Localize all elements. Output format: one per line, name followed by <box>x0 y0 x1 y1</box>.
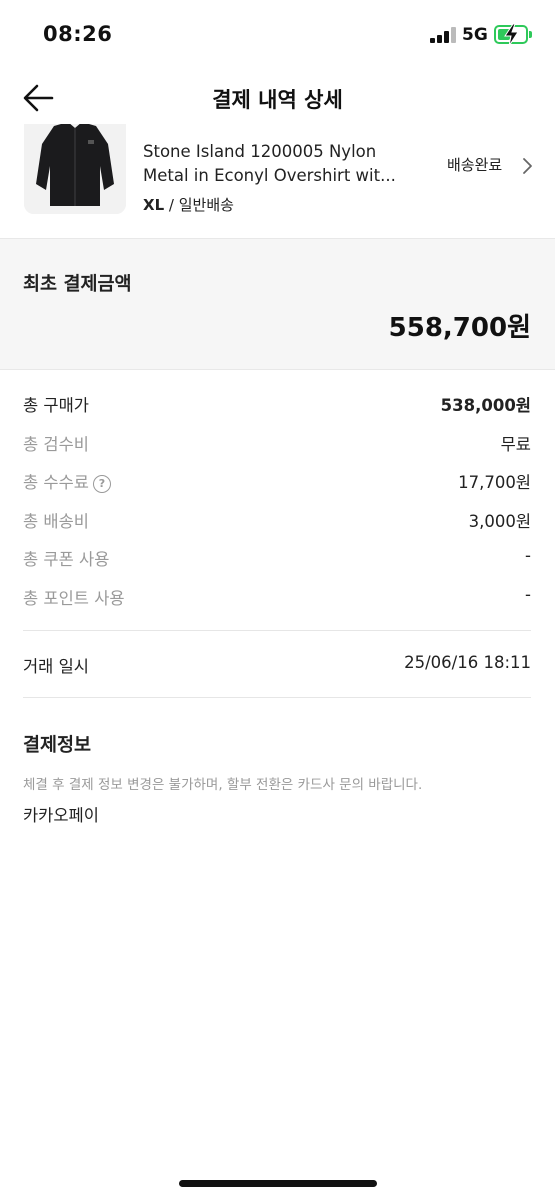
payment-info-note: 체결 후 결제 정보 변경은 불가하며, 할부 전환은 카드사 문의 바랍니다. <box>23 777 423 793</box>
breakdown-row-inspection: 총 검수비 무료 <box>0 425 555 464</box>
breakdown-row-fee: 총 수수료? 17,700원 <box>0 463 555 502</box>
product-option: XL / 일반배송 <box>143 194 234 215</box>
breakdown-label: 총 포인트 사용 <box>23 588 125 608</box>
breakdown-label: 총 구매가 <box>23 396 89 415</box>
breakdown-value: 17,700원 <box>458 473 531 492</box>
breakdown-label: 총 배송비 <box>23 511 89 531</box>
network-label: 5G <box>462 25 488 45</box>
payment-breakdown: 총 구매가 538,000원 총 검수비 무료 총 수수료? 17,700원 총… <box>0 386 555 617</box>
breakdown-value: - <box>525 546 531 565</box>
question-circle-icon[interactable]: ? <box>92 475 111 493</box>
page-title: 결제 내역 상세 <box>212 88 343 112</box>
status-time: 08:26 <box>43 22 113 46</box>
payment-info-title: 결제정보 <box>23 735 92 756</box>
breakdown-value: 538,000원 <box>440 396 531 415</box>
breakdown-value: - <box>525 584 531 604</box>
shipping-type: 일반배송 <box>178 196 234 214</box>
initial-payment-amount: 558,700원 <box>388 313 531 343</box>
payment-method: 카카오페이 <box>23 806 99 825</box>
breakdown-label: 총 수수료? <box>23 469 111 493</box>
initial-payment-section: 최초 결제금액 558,700원 <box>0 238 555 370</box>
initial-payment-label: 최초 결제금액 <box>23 274 132 295</box>
divider <box>23 630 531 631</box>
product-name: Stone Island 1200005 Nylon Metal in Econ… <box>143 142 396 185</box>
breakdown-row-points: 총 포인트 사용 - <box>0 579 555 618</box>
chevron-right-icon[interactable] <box>521 157 533 175</box>
trade-datetime-row: 거래 일시 25/06/16 18:11 <box>0 645 555 685</box>
shipping-status[interactable]: 배송완료 <box>447 154 502 175</box>
breakdown-label: 총 검수비 <box>23 434 89 454</box>
trade-datetime-value: 25/06/16 18:11 <box>404 653 531 672</box>
signal-icon <box>430 27 456 43</box>
home-indicator[interactable] <box>179 1180 377 1187</box>
breakdown-row-purchase: 총 구매가 538,000원 <box>0 386 555 425</box>
product-image <box>24 124 126 214</box>
fee-label-text: 총 수수료 <box>23 473 89 492</box>
trade-datetime-label: 거래 일시 <box>23 657 89 676</box>
breakdown-row-coupon: 총 쿠폰 사용 - <box>0 540 555 579</box>
battery-cap <box>529 31 532 38</box>
divider <box>23 697 531 698</box>
status-bar: 08:26 5G <box>0 0 555 70</box>
breakdown-row-shipping: 총 배송비 3,000원 <box>0 502 555 541</box>
product-size: XL <box>143 196 165 214</box>
product-summary[interactable]: Stone Island 1200005 Nylon Metal in Econ… <box>0 124 555 238</box>
battery-icon <box>494 24 528 46</box>
breakdown-value: 무료 <box>500 434 531 454</box>
nav-header: 결제 내역 상세 <box>0 72 555 124</box>
option-separator: / <box>164 196 179 214</box>
breakdown-label: 총 쿠폰 사용 <box>23 550 110 569</box>
breakdown-value: 3,000원 <box>468 511 531 531</box>
